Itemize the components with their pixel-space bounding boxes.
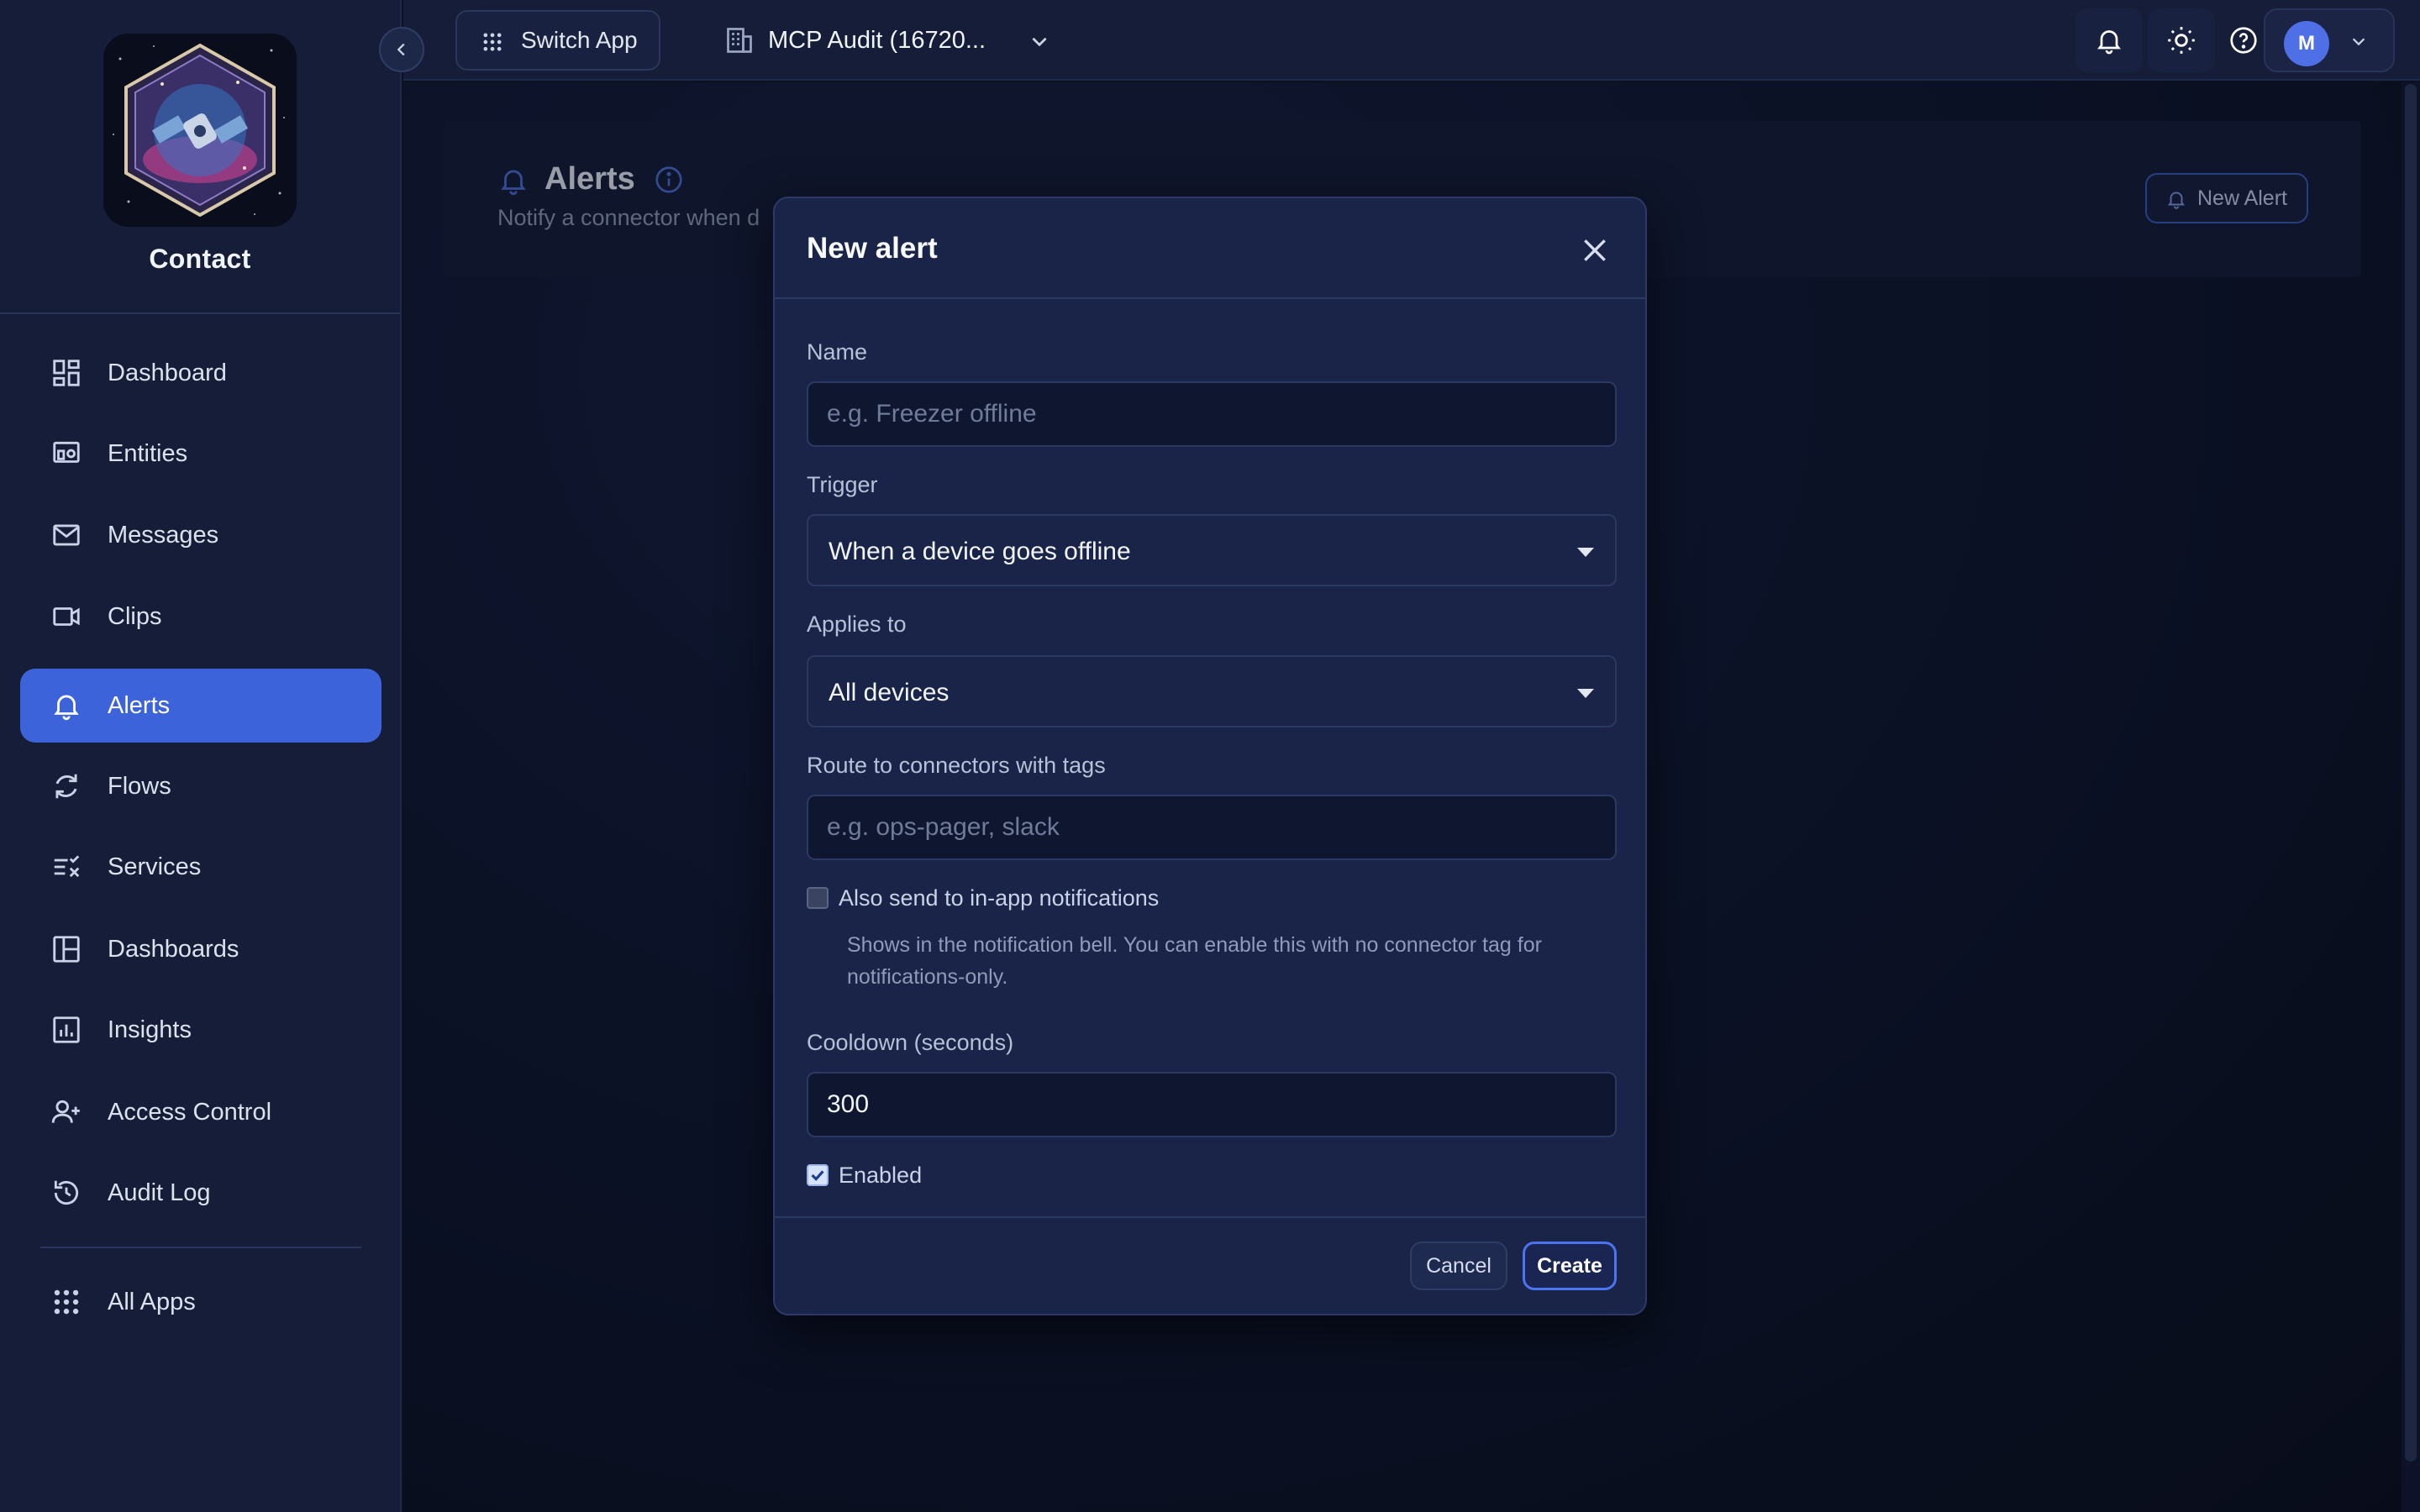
sidebar-item-label: Clips — [108, 602, 162, 630]
chart-icon — [50, 1014, 82, 1046]
tags-input[interactable] — [807, 795, 1617, 860]
sidebar-item-audit-log[interactable]: Audit Log — [20, 1156, 381, 1230]
enabled-label: Enabled — [839, 1163, 923, 1188]
app-name: Contact — [149, 244, 251, 274]
grid-icon — [481, 30, 504, 54]
services-icon — [50, 851, 82, 883]
organization-name: MCP Audit (16720... — [768, 26, 986, 54]
sidebar-item-label: Flows — [108, 772, 171, 800]
enabled-checkbox[interactable] — [807, 1164, 829, 1186]
top-bar: Switch App MCP Audit (16720... M — [403, 0, 2420, 81]
sidebar-item-label: Insights — [108, 1016, 192, 1043]
sidebar-item-label: All Apps — [108, 1288, 196, 1315]
sidebar-item-access-control[interactable]: Access Control — [20, 1075, 381, 1149]
video-icon — [50, 601, 82, 633]
dialog-header: New alert — [775, 198, 1645, 299]
name-label: Name — [807, 339, 868, 365]
sidebar-item-label: Messages — [108, 521, 219, 549]
sidebar-item-label: Alerts — [108, 691, 171, 719]
sidebar-item-all-apps[interactable]: All Apps — [20, 1265, 381, 1339]
trigger-value: When a device goes offline — [829, 538, 1131, 565]
chevron-left-icon — [392, 40, 411, 59]
applies-to-label: Applies to — [807, 612, 907, 637]
switch-app-button[interactable]: Switch App — [455, 10, 660, 71]
close-icon[interactable] — [1578, 234, 1612, 267]
in-app-label: Also send to in-app notifications — [839, 885, 1160, 911]
sidebar-item-label: Entities — [108, 439, 188, 467]
cancel-button[interactable]: Cancel — [1410, 1242, 1507, 1290]
applies-to-value: All devices — [829, 679, 950, 706]
users-icon — [50, 1096, 82, 1128]
app-logo — [103, 34, 297, 227]
switch-app-label: Switch App — [521, 27, 638, 53]
sidebar-item-messages[interactable]: Messages — [20, 498, 381, 572]
sidebar-item-services[interactable]: Services — [20, 830, 381, 904]
sidebar-item-label: Dashboard — [108, 359, 227, 386]
applies-to-select[interactable]: All devices — [807, 655, 1617, 727]
name-input[interactable] — [807, 381, 1617, 447]
sidebar: Contact Dashboard Entities Messages Clip… — [0, 0, 402, 1512]
caret-down-icon — [1577, 548, 1594, 558]
sidebar-item-label: Dashboards — [108, 935, 239, 963]
sidebar-collapse-button[interactable] — [379, 27, 424, 72]
chevron-down-icon — [1028, 30, 1050, 52]
notifications-button[interactable] — [2075, 8, 2143, 72]
sidebar-item-label: Access Control — [108, 1098, 272, 1126]
dashboard-icon — [50, 357, 82, 389]
in-app-helper-text: Shows in the notification bell. You can … — [847, 933, 1542, 989]
history-icon — [50, 1177, 82, 1209]
tags-label: Route to connectors with tags — [807, 753, 1106, 778]
in-app-checkbox[interactable] — [807, 887, 829, 909]
sidebar-item-clips[interactable]: Clips — [20, 580, 381, 654]
trigger-label: Trigger — [807, 472, 878, 497]
sidebar-item-alerts[interactable]: Alerts — [20, 669, 381, 743]
user-menu[interactable]: M — [2264, 8, 2395, 72]
cooldown-input[interactable] — [807, 1072, 1617, 1137]
building-icon — [724, 25, 755, 55]
chevron-down-icon — [2349, 32, 2368, 50]
sun-icon — [2165, 24, 2197, 56]
create-button[interactable]: Create — [1523, 1242, 1617, 1290]
bell-icon — [50, 690, 82, 722]
grid-icon — [50, 1286, 82, 1318]
help-icon — [2228, 25, 2259, 55]
sidebar-item-entities[interactable]: Entities — [20, 417, 381, 491]
new-alert-dialog: New alert Name Trigger When a device goe… — [773, 197, 1647, 1315]
layout-icon — [50, 933, 82, 965]
brand: Contact — [0, 0, 400, 314]
mail-icon — [50, 519, 82, 551]
organization-selector[interactable]: MCP Audit (16720... — [709, 10, 1054, 71]
entities-icon — [50, 438, 82, 470]
sidebar-item-dashboards[interactable]: Dashboards — [20, 912, 381, 986]
refresh-icon — [50, 770, 82, 802]
avatar: M — [2284, 21, 2329, 66]
sidebar-item-dashboard[interactable]: Dashboard — [20, 336, 381, 410]
dialog-title: New alert — [807, 232, 938, 265]
sidebar-item-label: Audit Log — [108, 1179, 211, 1206]
bell-icon — [2094, 25, 2124, 55]
sidebar-item-flows[interactable]: Flows — [20, 749, 381, 823]
dialog-footer-divider — [775, 1216, 1645, 1218]
cooldown-label: Cooldown (seconds) — [807, 1030, 1014, 1055]
sidebar-item-insights[interactable]: Insights — [20, 993, 381, 1067]
theme-toggle-button[interactable] — [2148, 8, 2215, 72]
trigger-select[interactable]: When a device goes offline — [807, 514, 1617, 586]
caret-down-icon — [1577, 689, 1594, 699]
sidebar-item-label: Services — [108, 853, 202, 880]
nav-divider — [40, 1247, 361, 1248]
help-button[interactable] — [2220, 8, 2267, 72]
